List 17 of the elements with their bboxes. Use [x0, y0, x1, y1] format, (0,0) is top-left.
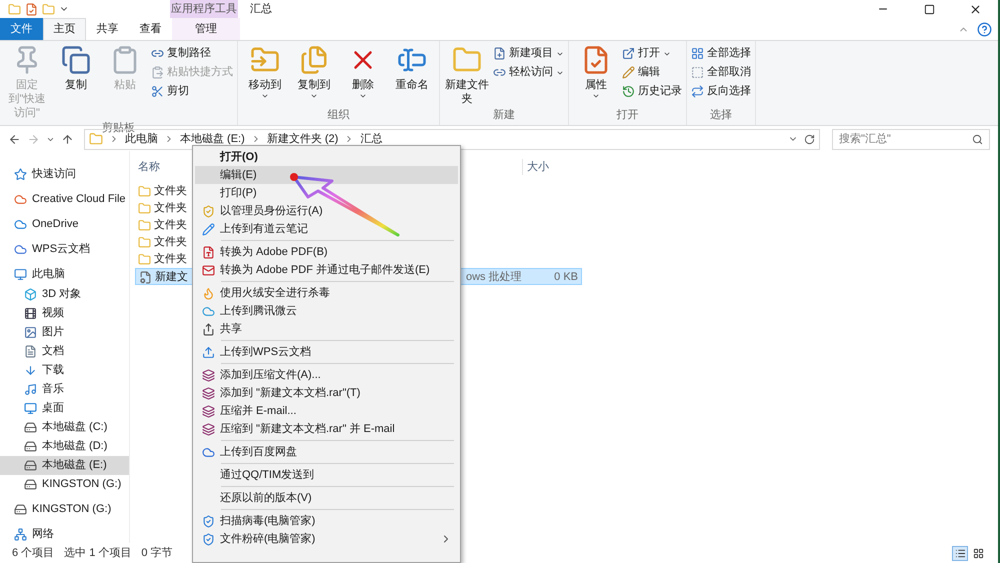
status-text: 选中 1 个项目 — [64, 546, 132, 561]
file-name: 新建文 — [155, 270, 188, 285]
window-title: 汇总 — [250, 2, 272, 17]
file-name: 文件夹 — [154, 200, 187, 216]
file-type: ows 批处理 — [466, 271, 522, 283]
context-tab-group: 应用程序工具 — [170, 0, 238, 18]
file-name: 文件夹 — [154, 234, 187, 250]
file-name: 文件夹 — [154, 184, 187, 200]
file-name: 文件夹 — [154, 252, 187, 268]
file-name: 文件夹 — [154, 218, 187, 234]
file-size: 0 KB — [554, 271, 578, 283]
group-label: 选择 — [709, 108, 733, 122]
group-label: 打开 — [616, 108, 640, 122]
status-text: 6 个项目 — [12, 546, 54, 561]
group-label: 新建 — [492, 108, 516, 122]
status-text: 0 字节 — [141, 546, 173, 561]
group-label: 组织 — [326, 108, 350, 122]
